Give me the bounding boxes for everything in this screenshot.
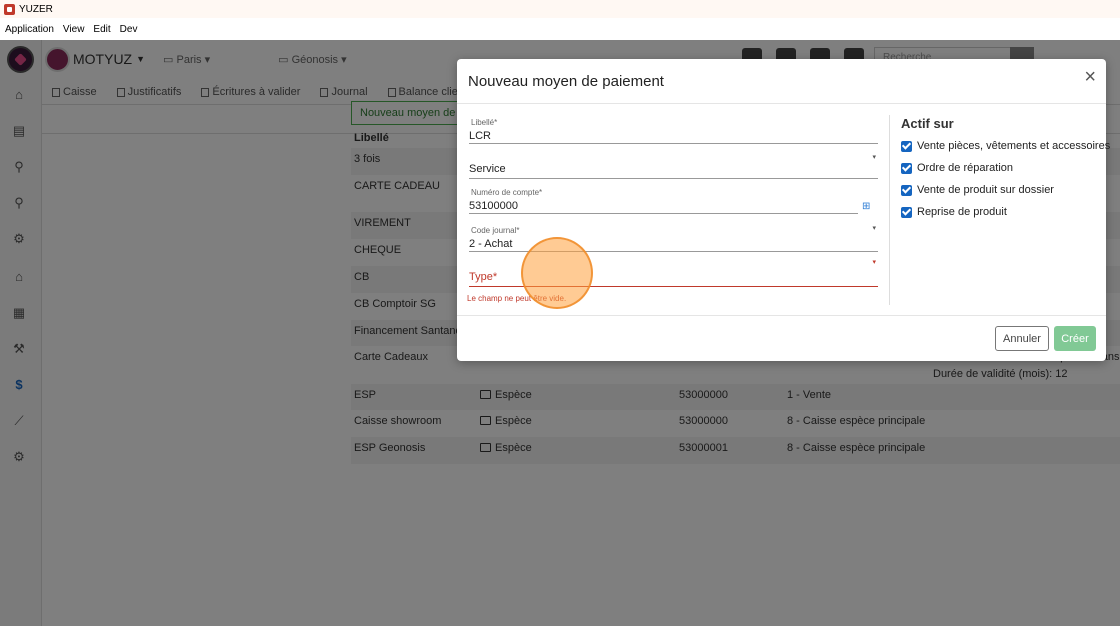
chevron-down-icon: ▾ (872, 154, 876, 161)
type-error-message: Le champ ne peut être vide. (467, 294, 567, 303)
account-number-field[interactable]: Numéro de compte* 53100000 (469, 186, 858, 214)
actif-option-label: Ordre de réparation (917, 162, 1013, 174)
new-payment-method-dialog: Nouveau moyen de paiement × Libellé* LCR… (457, 59, 1110, 361)
journal-code-select[interactable]: Code journal* 2 - Achat ▾ (469, 222, 878, 252)
dialog-header: Nouveau moyen de paiement × (457, 59, 1106, 104)
actif-sur-title: Actif sur (901, 116, 954, 131)
actif-option-label: Reprise de produit (917, 206, 1007, 218)
create-button[interactable]: Créer (1054, 326, 1096, 351)
menu-dev[interactable]: Dev (120, 24, 138, 35)
type-placeholder: Type* (469, 271, 498, 283)
checkbox-checked[interactable] (901, 184, 912, 196)
actif-option-ordre-reparation[interactable]: Ordre de réparation (901, 162, 1013, 174)
chevron-down-icon: ▾ (872, 259, 876, 266)
checkbox-checked[interactable] (901, 140, 912, 152)
menu-view[interactable]: View (63, 24, 85, 35)
window-title: YUZER (19, 3, 53, 15)
account-number-value: 53100000 (469, 200, 518, 212)
service-value: Service (469, 163, 506, 175)
actif-option-vente-pieces[interactable]: Vente pièces, vêtements et accessoires (901, 140, 1110, 152)
menu-application[interactable]: Application (5, 24, 54, 35)
journal-code-label: Code journal* (471, 226, 520, 235)
dialog-title: Nouveau moyen de paiement (468, 73, 664, 90)
yuzer-logo-icon (4, 3, 15, 15)
dialog-divider (889, 115, 890, 305)
window-titlebar: YUZER (0, 0, 1120, 18)
close-icon[interactable]: × (1084, 67, 1096, 87)
libelle-value: LCR (469, 130, 492, 142)
checkbox-checked[interactable] (901, 162, 912, 174)
libelle-field[interactable]: Libellé* LCR (469, 116, 878, 144)
checkbox-checked[interactable] (901, 206, 912, 218)
dialog-footer-divider (457, 315, 1106, 316)
libelle-label: Libellé* (471, 118, 498, 127)
actif-option-label: Vente pièces, vêtements et accessoires (917, 140, 1111, 152)
account-number-label: Numéro de compte* (471, 188, 543, 197)
type-select[interactable]: Type* ▾ (469, 257, 878, 287)
actif-option-reprise[interactable]: Reprise de produit (901, 206, 1007, 218)
account-tree-icon[interactable]: ⊞ (862, 201, 874, 213)
chevron-down-icon: ▾ (872, 225, 876, 232)
journal-code-value: 2 - Achat (469, 238, 513, 250)
menu-bar: Application View Edit Dev (0, 18, 1120, 40)
menu-edit[interactable]: Edit (93, 24, 110, 35)
actif-option-vente-dossier[interactable]: Vente de produit sur dossier (901, 184, 1054, 196)
service-select[interactable]: Service ▾ (469, 149, 878, 179)
cancel-button[interactable]: Annuler (995, 326, 1049, 351)
actif-option-label: Vente de produit sur dossier (917, 184, 1054, 196)
